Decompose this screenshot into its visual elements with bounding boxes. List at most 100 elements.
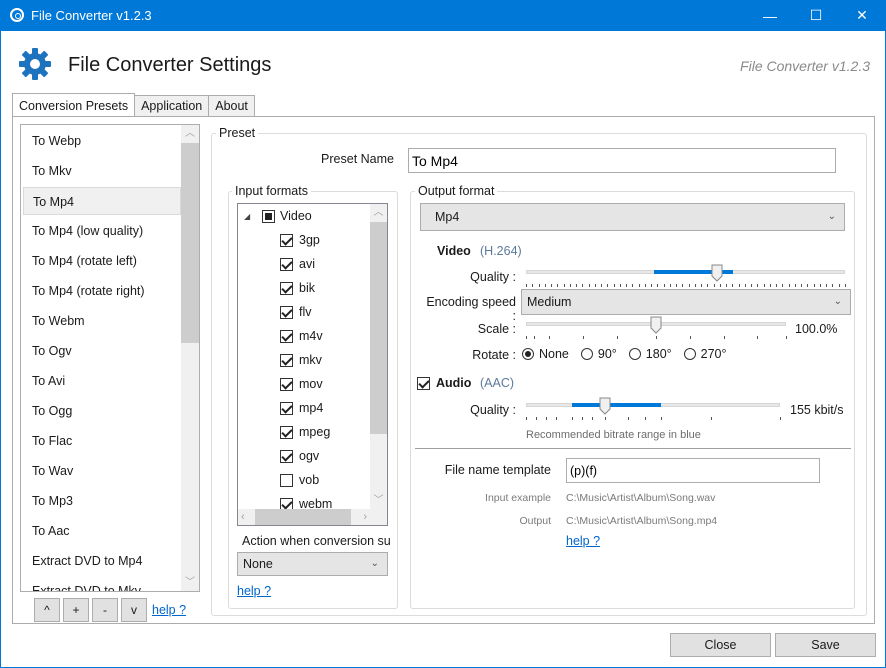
- format-item-bik[interactable]: bik: [280, 276, 315, 300]
- close-button[interactable]: Close: [670, 633, 771, 657]
- scroll-down-arrow-icon[interactable]: ﹀: [181, 574, 199, 591]
- format-checkbox[interactable]: [280, 449, 293, 463]
- preset-list-item[interactable]: To Mp4 (rotate left): [23, 247, 181, 275]
- radio-button[interactable]: [580, 348, 593, 360]
- encoding-speed-select[interactable]: Medium ⌄: [521, 289, 851, 315]
- format-checkbox[interactable]: [280, 305, 293, 319]
- input-formats-tree[interactable]: ◢ Video webm vob ogv mpeg mp4 mov mkv m4v flv bik…: [237, 203, 388, 526]
- video-quality-slider[interactable]: [526, 264, 846, 292]
- radio-button[interactable]: [522, 348, 534, 360]
- remove-preset-button[interactable]: -: [92, 598, 118, 622]
- add-preset-button[interactable]: +: [63, 598, 89, 622]
- preset-list-item[interactable]: To Mp3: [23, 487, 181, 515]
- slider-tick: [757, 336, 759, 339]
- scroll-thumb[interactable]: [181, 143, 199, 343]
- move-preset-up-button[interactable]: ^: [34, 598, 60, 622]
- save-button[interactable]: Save: [775, 633, 876, 657]
- tab-application[interactable]: Application: [134, 95, 210, 117]
- format-checkbox[interactable]: [280, 233, 293, 247]
- format-checkbox[interactable]: [280, 257, 293, 271]
- scale-slider[interactable]: [526, 316, 787, 340]
- audio-enabled-checkbox[interactable]: [417, 377, 430, 390]
- audio-quality-slider[interactable]: [526, 397, 781, 423]
- rotate-option[interactable]: 180°: [628, 347, 672, 361]
- rotate-option[interactable]: 270°: [683, 347, 727, 361]
- maximize-button[interactable]: ☐: [793, 0, 839, 31]
- close-window-button[interactable]: ✕: [839, 0, 885, 31]
- format-checkbox[interactable]: [280, 329, 293, 343]
- slider-tick: [638, 284, 640, 287]
- format-item-m4v[interactable]: m4v: [280, 324, 323, 348]
- rotate-option[interactable]: 90°: [580, 347, 617, 361]
- slider-thumb[interactable]: [650, 316, 662, 334]
- format-checkbox[interactable]: [280, 473, 293, 487]
- scroll-thumb[interactable]: [370, 222, 387, 434]
- preset-list-item[interactable]: To Ogg: [23, 397, 181, 425]
- input-example-value: C:\Music\Artist\Album\Song.wav: [566, 492, 716, 504]
- format-item-3gp[interactable]: 3gp: [280, 228, 320, 252]
- preset-list-item[interactable]: To Flac: [23, 427, 181, 455]
- preset-list-item[interactable]: To Mp4 (rotate right): [23, 277, 181, 305]
- output-help-link[interactable]: help ?: [566, 534, 600, 548]
- preset-list-item[interactable]: To Mkv: [23, 157, 181, 185]
- collapse-triangle-icon[interactable]: ◢: [244, 212, 262, 221]
- minimize-button[interactable]: —: [747, 0, 793, 31]
- preset-list-scrollbar[interactable]: ︿ ﹀: [181, 125, 199, 591]
- radio-button[interactable]: [683, 348, 696, 360]
- format-item-mp4[interactable]: mp4: [280, 396, 323, 420]
- scale-value: 100.0%: [795, 322, 838, 336]
- scroll-up-arrow-icon[interactable]: ︿: [370, 204, 387, 221]
- video-category-checkbox[interactable]: [262, 209, 275, 223]
- format-checkbox[interactable]: [280, 401, 293, 415]
- format-checkbox[interactable]: [280, 353, 293, 367]
- preset-name-input[interactable]: [408, 148, 836, 173]
- format-checkbox[interactable]: [280, 425, 293, 439]
- preset-list-item[interactable]: To Wav: [23, 457, 181, 485]
- output-format-label: Output format: [415, 184, 498, 198]
- tree-horizontal-scrollbar[interactable]: ‹ ›: [238, 509, 370, 525]
- format-item-flv[interactable]: flv: [280, 300, 312, 324]
- presets-help-link[interactable]: help ?: [152, 603, 186, 617]
- output-format-select[interactable]: Mp4 ⌄: [420, 203, 845, 231]
- move-preset-down-button[interactable]: v: [121, 598, 147, 622]
- tab-about[interactable]: About: [208, 95, 255, 117]
- preset-list-item[interactable]: To Aac: [23, 517, 181, 545]
- scroll-down-arrow-icon[interactable]: ﹀: [370, 492, 387, 509]
- preset-list-item[interactable]: Extract DVD to Mp4: [23, 547, 181, 575]
- preset-list-item[interactable]: To Webp: [23, 127, 181, 155]
- scroll-left-arrow-icon[interactable]: ‹: [241, 509, 245, 525]
- preset-list-item[interactable]: Extract DVD to Mkv: [23, 577, 181, 591]
- format-item-mpeg[interactable]: mpeg: [280, 420, 330, 444]
- format-item-vob[interactable]: vob: [280, 468, 319, 492]
- slider-tick: [832, 284, 834, 287]
- format-checkbox[interactable]: [280, 281, 293, 295]
- format-item-mov[interactable]: mov: [280, 372, 323, 396]
- slider-tick: [632, 284, 634, 287]
- file-name-template-input[interactable]: [566, 458, 820, 483]
- rotate-option[interactable]: None: [522, 347, 569, 361]
- format-item-avi[interactable]: avi: [280, 252, 315, 276]
- window-title: File Converter v1.2.3: [31, 8, 152, 23]
- slider-thumb[interactable]: [599, 397, 611, 415]
- preset-list-item[interactable]: To Avi: [23, 367, 181, 395]
- preset-list-item[interactable]: To Webm: [23, 307, 181, 335]
- tree-vertical-scrollbar[interactable]: ︿ ﹀: [370, 204, 387, 509]
- action-select[interactable]: None ⌄: [237, 552, 388, 576]
- tab-conversion-presets[interactable]: Conversion Presets: [12, 93, 136, 117]
- radio-button[interactable]: [628, 348, 641, 360]
- format-item-mkv[interactable]: mkv: [280, 348, 322, 372]
- app-icon: [10, 8, 24, 22]
- preset-list[interactable]: Extract DVD to Mkv Extract DVD to Mp4 To A…: [20, 124, 200, 592]
- preset-list-item[interactable]: To Ogv: [23, 337, 181, 365]
- tree-category-video[interactable]: ◢ Video: [244, 204, 312, 228]
- scroll-up-arrow-icon[interactable]: ︿: [181, 125, 199, 142]
- format-checkbox[interactable]: [280, 377, 293, 391]
- input-formats-help-link[interactable]: help ?: [237, 584, 271, 598]
- format-item-ogv[interactable]: ogv: [280, 444, 319, 468]
- preset-list-item[interactable]: To Mp4 (low quality): [23, 217, 181, 245]
- scroll-thumb[interactable]: [255, 509, 351, 525]
- preset-list-item[interactable]: To Mp4: [23, 187, 181, 215]
- slider-tick: [619, 284, 621, 287]
- scroll-right-arrow-icon[interactable]: ›: [363, 509, 367, 525]
- slider-thumb[interactable]: [711, 264, 723, 282]
